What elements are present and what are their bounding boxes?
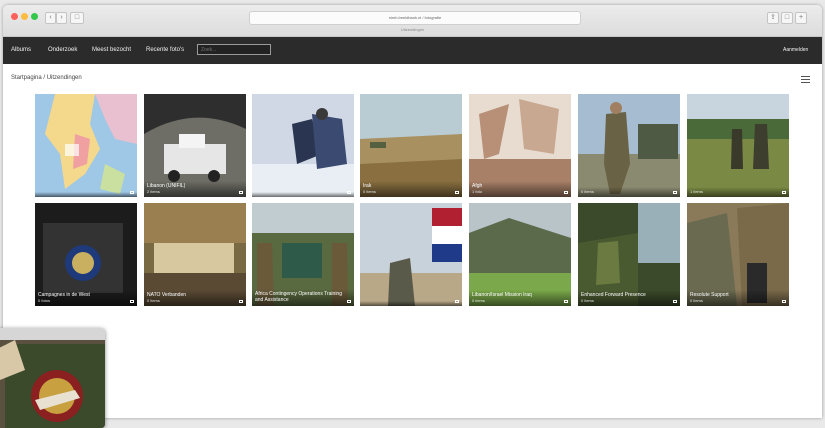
photo-icon [347, 300, 351, 303]
album-tile[interactable]: Resolute Support 0 items [687, 203, 789, 306]
album-count: 0 items [690, 298, 703, 303]
album-caption: Libanon/Israel Mission Iraq 0 items [469, 290, 571, 306]
photo-icon [564, 191, 568, 194]
sidebar-icon[interactable]: □ [70, 12, 84, 24]
album-count: 0 items [363, 189, 376, 194]
album-caption: NATO Verbanden 0 items [144, 290, 246, 306]
nav-item-onderzoek[interactable]: Onderzoek [48, 46, 77, 55]
photo-icon [239, 191, 243, 194]
album-tile[interactable]: Afgh 1 foto [469, 94, 571, 197]
close-window-button[interactable] [11, 13, 18, 20]
album-count: 0 items [147, 298, 160, 303]
photo-icon [455, 191, 459, 194]
list-view-icon[interactable] [801, 76, 810, 83]
zoom-window-button[interactable] [31, 13, 38, 20]
album-count: 0 fotos [38, 298, 51, 303]
album-caption: Resolute Support 0 items [687, 290, 789, 306]
album-count: 0 items [472, 298, 485, 303]
album-caption: 0 items [578, 187, 680, 197]
album-tile[interactable]: NATO Verbanden 0 items [144, 203, 246, 306]
album-caption: Africa Contingency Operations Training a… [252, 289, 354, 306]
site-navbar: Albums Onderzoek Meest bezocht Recente f… [3, 37, 822, 64]
album-tile[interactable]: Africa Contingency Operations Training a… [252, 203, 354, 306]
album-title: Africa Contingency Operations Training a… [255, 291, 342, 303]
album-tile[interactable] [252, 94, 354, 197]
address-bar[interactable]: nimh.beeldbank.nl / fotografie [249, 11, 581, 25]
photo-icon [782, 191, 786, 194]
album-cover-image [687, 94, 789, 197]
photo-icon [455, 300, 459, 303]
album-tile[interactable]: Irak 0 items [360, 94, 462, 197]
album-count: 0 items [581, 189, 594, 194]
album-caption: Irak 0 items [360, 181, 462, 197]
search-input[interactable] [197, 44, 271, 55]
picture-in-picture-window[interactable] [0, 328, 105, 428]
nav-item-recente-fotos[interactable]: Recente foto's [146, 46, 184, 55]
album-tile[interactable]: Libanon (UNIFIL) 2 items [144, 94, 246, 197]
album-caption: Campagnes in de West 0 fotos [35, 290, 137, 306]
back-icon[interactable]: ‹ [45, 12, 56, 24]
album-tile[interactable]: Enhanced Forward Presence 0 items [578, 203, 680, 306]
album-caption [35, 192, 137, 197]
photo-icon [347, 191, 351, 194]
photo-icon [782, 300, 786, 303]
album-tile[interactable]: Campagnes in de West 0 fotos [35, 203, 137, 306]
album-caption [252, 192, 354, 197]
breadcrumb[interactable]: Startpagina / Uitzendingen [11, 75, 82, 81]
album-tile[interactable]: 0 items [578, 94, 680, 197]
nav-item-meest-bezocht[interactable]: Meest bezocht [92, 46, 131, 55]
album-cover-image [360, 203, 462, 306]
album-tile[interactable]: Libanon/Israel Mission Iraq 0 items [469, 203, 571, 306]
album-cover-image [578, 94, 680, 197]
album-caption: 1 items [687, 187, 789, 197]
share-icon[interactable]: ⇪ [767, 12, 779, 24]
login-link[interactable]: Aanmelden [783, 46, 808, 55]
tab-title[interactable]: Uitzendingen [3, 26, 822, 34]
photo-icon [130, 191, 134, 194]
forward-icon[interactable]: › [56, 12, 67, 24]
album-count: 1 items [690, 189, 703, 194]
album-caption: Enhanced Forward Presence 0 items [578, 290, 680, 306]
album-cover-image [252, 94, 354, 197]
photo-icon [673, 191, 677, 194]
album-count: 1 foto [472, 189, 483, 194]
album-count: 2 items [147, 189, 160, 194]
album-count: 0 items [581, 298, 594, 303]
tabs-icon[interactable]: □ [781, 12, 793, 24]
minimize-window-button[interactable] [21, 13, 28, 20]
album-cover-image [35, 94, 137, 197]
badge-photo [0, 340, 105, 428]
album-tile[interactable] [35, 94, 137, 197]
photo-icon [564, 300, 568, 303]
browser-titlebar: ‹ › □ nimh.beeldbank.nl / fotografie ⇪ □… [3, 5, 822, 37]
photo-icon [673, 300, 677, 303]
album-caption: Afgh 1 foto [469, 181, 571, 197]
album-caption: Libanon (UNIFIL) 2 items [144, 181, 246, 197]
photo-icon [239, 300, 243, 303]
nav-item-albums[interactable]: Albums [11, 46, 31, 55]
album-tile[interactable] [360, 203, 462, 306]
photo-icon [130, 300, 134, 303]
album-caption [360, 301, 462, 306]
album-tile[interactable]: 1 items [687, 94, 789, 197]
new-tab-icon[interactable]: + [795, 12, 807, 24]
browser-window: ‹ › □ nimh.beeldbank.nl / fotografie ⇪ □… [3, 5, 822, 418]
